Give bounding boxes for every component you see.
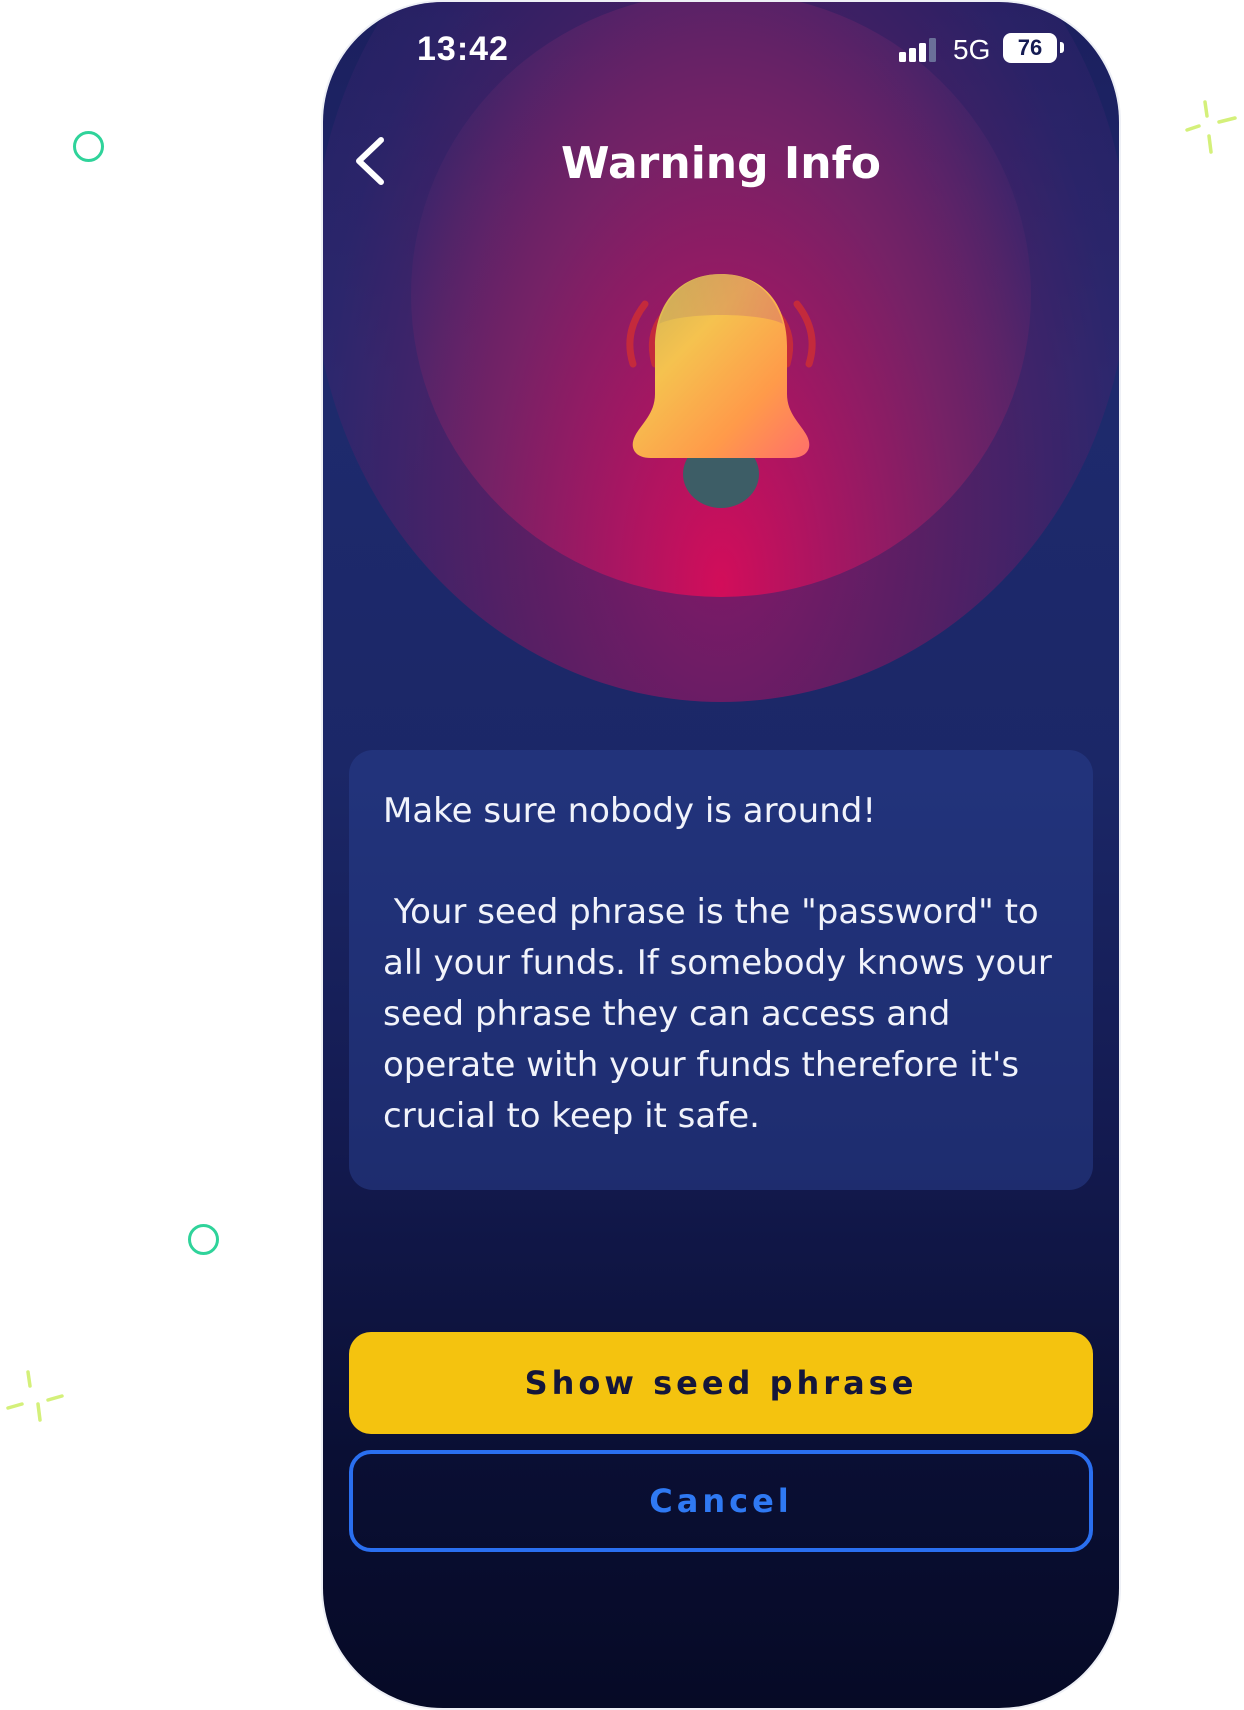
status-time: 13:42 <box>417 30 509 68</box>
show-seed-phrase-button[interactable]: Show seed phrase <box>349 1332 1093 1434</box>
ringing-bell-icon <box>626 274 816 508</box>
warning-body-text: Your seed phrase is the "password" to al… <box>383 892 1063 1136</box>
battery-icon: 76 <box>1003 33 1057 63</box>
battery-nub <box>1060 42 1064 53</box>
screen-canvas: 13:42 5G 76 Warning Info Make sure nobod… <box>0 0 1244 1710</box>
decor-circle-mid-left <box>188 1224 219 1255</box>
warning-heading: Make sure nobody is around! <box>383 791 876 831</box>
decor-sparkle-bottom-left <box>6 1370 64 1422</box>
warning-info-card: Make sure nobody is around! Your seed ph… <box>349 750 1093 1190</box>
cellular-signal-icon <box>899 38 936 62</box>
page-title: Warning Info <box>561 138 881 189</box>
phone-screen: 13:42 5G 76 Warning Info Make sure nobod… <box>323 2 1119 1708</box>
decor-sparkle-top-right <box>1185 100 1237 154</box>
network-type-label: 5G <box>953 34 991 65</box>
cancel-button[interactable]: Cancel <box>349 1450 1093 1552</box>
status-bar: 13:42 5G 76 <box>323 24 1119 74</box>
decor-circle-top-left <box>73 131 104 162</box>
battery-level: 76 <box>1017 35 1043 60</box>
